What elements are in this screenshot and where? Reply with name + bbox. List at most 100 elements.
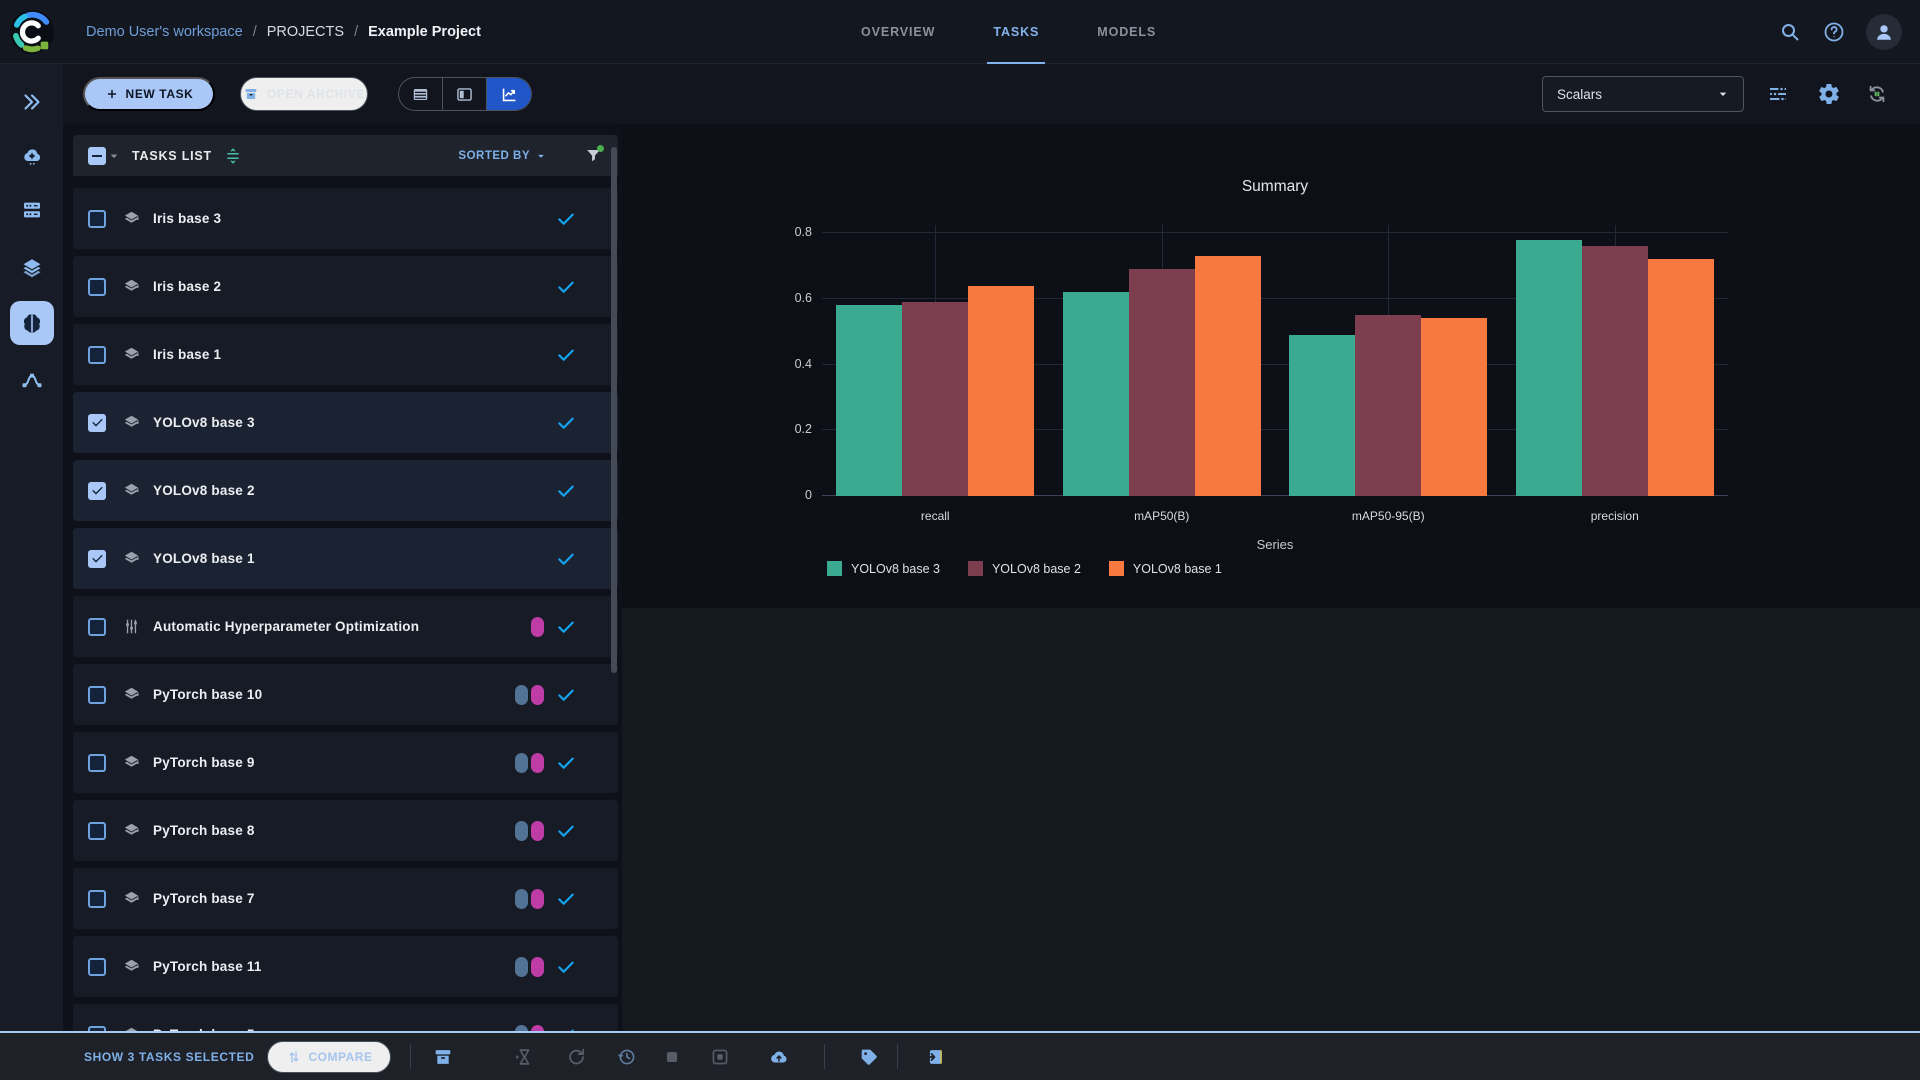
task-checkbox[interactable] bbox=[88, 550, 106, 568]
abort-icon bbox=[661, 1046, 683, 1068]
sorted-by-caret-icon[interactable] bbox=[534, 149, 548, 163]
sidebar-item-workers-queues[interactable] bbox=[10, 188, 54, 232]
task-tags bbox=[515, 753, 544, 773]
tasks-toolbar: NEW TASK OPEN ARCHIVE Scalars bbox=[63, 64, 1920, 124]
sidebar-item-pipelines[interactable] bbox=[10, 358, 54, 402]
tab-overview[interactable]: OVERVIEW bbox=[855, 0, 941, 64]
task-row[interactable]: Iris base 3 bbox=[73, 188, 618, 249]
show-selected-button[interactable]: SHOW 3 TASKS SELECTED bbox=[84, 1033, 254, 1080]
split-view-button[interactable] bbox=[443, 78, 487, 110]
search-icon[interactable] bbox=[1778, 20, 1802, 44]
help-icon[interactable] bbox=[1822, 20, 1846, 44]
sidebar-item-projects[interactable] bbox=[10, 301, 54, 345]
clearml-logo-icon[interactable] bbox=[9, 9, 55, 55]
select-all-checkbox[interactable] bbox=[88, 147, 106, 165]
content-area: TASKS LIST SORTED BY Iris base 3 Iris bas… bbox=[63, 124, 1920, 1031]
task-row[interactable]: YOLOv8 base 1 bbox=[73, 528, 618, 589]
legend-item[interactable]: YOLOv8 base 1 bbox=[1109, 561, 1222, 576]
auto-refresh-icon[interactable] bbox=[1865, 82, 1889, 106]
move-to-project-icon[interactable] bbox=[923, 1046, 945, 1068]
status-completed-icon bbox=[556, 549, 576, 569]
task-row[interactable]: PyTorch base 10 bbox=[73, 664, 618, 725]
tune-icon[interactable] bbox=[1766, 82, 1790, 106]
breadcrumb-item[interactable]: PROJECTS bbox=[267, 24, 344, 40]
tasks-scrollbar[interactable] bbox=[611, 147, 617, 673]
metric-variant-select[interactable]: Scalars bbox=[1542, 76, 1744, 112]
sort-order-icon[interactable] bbox=[224, 147, 242, 165]
task-checkbox[interactable] bbox=[88, 618, 106, 636]
task-tags bbox=[515, 685, 544, 705]
table-view-button[interactable] bbox=[399, 78, 443, 110]
new-task-button[interactable]: NEW TASK bbox=[83, 77, 215, 111]
user-avatar[interactable] bbox=[1866, 14, 1902, 50]
status-completed-icon bbox=[556, 753, 576, 773]
task-row[interactable]: Automatic Hyperparameter Optimization bbox=[73, 596, 618, 657]
task-checkbox[interactable] bbox=[88, 890, 106, 908]
filter-button[interactable] bbox=[584, 146, 604, 166]
sidebar-item-autoscalers[interactable] bbox=[10, 135, 54, 179]
task-row[interactable]: PyTorch base 5 bbox=[73, 1004, 618, 1031]
task-checkbox[interactable] bbox=[88, 822, 106, 840]
compare-button[interactable]: COMPARE bbox=[267, 1041, 391, 1073]
breadcrumb-item[interactable]: Demo User's workspace bbox=[86, 24, 243, 40]
y-tick-label: 0.6 bbox=[764, 291, 812, 305]
bar-yolov8-base-3-mAP50-95(B) bbox=[1289, 335, 1355, 496]
task-checkbox[interactable] bbox=[88, 346, 106, 364]
legend-item[interactable]: YOLOv8 base 2 bbox=[968, 561, 1081, 576]
graphs-panel: Summary 00.20.40.60.8recallmAP50(B)mAP50… bbox=[622, 124, 1920, 1031]
tab-tasks[interactable]: TASKS bbox=[987, 0, 1045, 64]
task-row[interactable]: YOLOv8 base 3 bbox=[73, 392, 618, 453]
chart-view-button[interactable] bbox=[487, 78, 531, 110]
task-checkbox[interactable] bbox=[88, 958, 106, 976]
tasks-list-title: TASKS LIST bbox=[132, 149, 212, 163]
legend-label: YOLOv8 base 1 bbox=[1133, 562, 1222, 576]
sidebar-item-getting-started[interactable] bbox=[10, 80, 54, 124]
select-all-caret-icon[interactable] bbox=[106, 148, 122, 164]
bar-yolov8-base-1-recall bbox=[968, 286, 1034, 496]
task-row[interactable]: PyTorch base 11 bbox=[73, 936, 618, 997]
y-tick-label: 0.4 bbox=[764, 357, 812, 371]
legend-swatch bbox=[1109, 561, 1124, 576]
project-tabs: OVERVIEW TASKS MODELS bbox=[855, 0, 1162, 64]
chart-legend: YOLOv8 base 3 YOLOv8 base 2 YOLOv8 base 1 bbox=[827, 561, 1222, 576]
task-row[interactable]: Iris base 1 bbox=[73, 324, 618, 385]
archive-icon[interactable] bbox=[432, 1046, 454, 1068]
publish-icon[interactable] bbox=[768, 1046, 790, 1068]
task-tags bbox=[531, 617, 544, 637]
tag-steel bbox=[515, 889, 528, 909]
pipeline-icon bbox=[20, 368, 44, 392]
task-layers-icon bbox=[122, 685, 141, 704]
settings-gear-icon[interactable] bbox=[1817, 82, 1841, 106]
y-tick-label: 0.2 bbox=[764, 422, 812, 436]
task-checkbox[interactable] bbox=[88, 754, 106, 772]
task-layers-icon bbox=[122, 413, 141, 432]
task-checkbox[interactable] bbox=[88, 210, 106, 228]
plus-icon bbox=[105, 87, 119, 101]
sidebar-item-datasets[interactable] bbox=[10, 246, 54, 290]
task-row[interactable]: Iris base 2 bbox=[73, 256, 618, 317]
task-row[interactable]: PyTorch base 7 bbox=[73, 868, 618, 929]
task-checkbox[interactable] bbox=[88, 278, 106, 296]
bar-yolov8-base-2-precision bbox=[1582, 246, 1648, 496]
task-checkbox[interactable] bbox=[88, 686, 106, 704]
task-row[interactable]: YOLOv8 base 2 bbox=[73, 460, 618, 521]
task-layers-icon bbox=[122, 209, 141, 228]
task-checkbox[interactable] bbox=[88, 414, 106, 432]
breadcrumb-item[interactable]: Example Project bbox=[368, 24, 481, 40]
footer-divider bbox=[410, 1044, 411, 1069]
status-completed-icon bbox=[556, 821, 576, 841]
double-chevron-icon bbox=[20, 90, 44, 114]
tab-models[interactable]: MODELS bbox=[1091, 0, 1162, 64]
task-name: PyTorch base 10 bbox=[153, 687, 262, 702]
sorted-by-button[interactable]: SORTED BY bbox=[458, 150, 530, 162]
tag-steel bbox=[515, 685, 528, 705]
task-checkbox[interactable] bbox=[88, 482, 106, 500]
task-name: YOLOv8 base 2 bbox=[153, 483, 255, 498]
task-row[interactable]: PyTorch base 9 bbox=[73, 732, 618, 793]
chart-x-axis-label: Series bbox=[822, 537, 1728, 552]
add-tag-icon[interactable] bbox=[858, 1046, 880, 1068]
task-row[interactable]: PyTorch base 8 bbox=[73, 800, 618, 861]
open-archive-button[interactable]: OPEN ARCHIVE bbox=[240, 77, 368, 111]
legend-item[interactable]: YOLOv8 base 3 bbox=[827, 561, 940, 576]
tag-magenta bbox=[531, 617, 544, 637]
